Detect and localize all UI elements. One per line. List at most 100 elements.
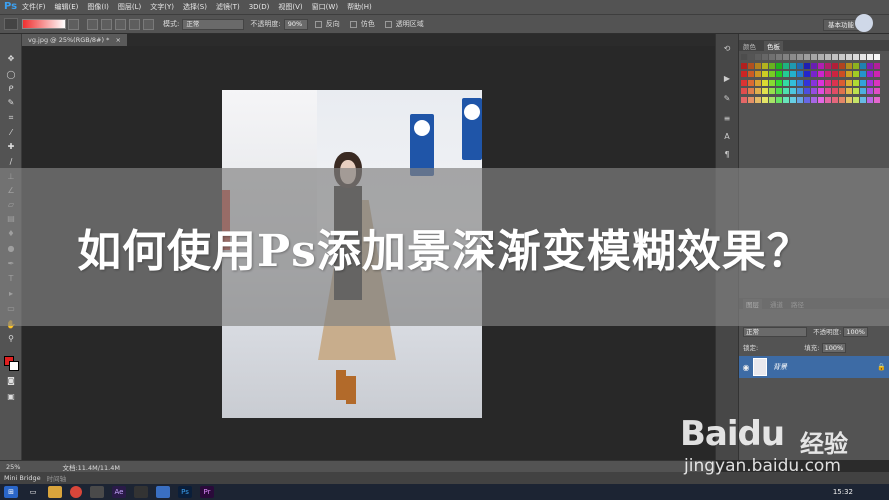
swatch[interactable] bbox=[755, 62, 761, 69]
adjustments-panel-icon[interactable]: ≡ bbox=[721, 114, 733, 124]
swatch[interactable] bbox=[825, 62, 831, 69]
swatch[interactable] bbox=[860, 71, 866, 77]
swatch[interactable] bbox=[804, 79, 810, 86]
swatch[interactable] bbox=[839, 96, 845, 103]
document-tab[interactable]: vg.jpg @ 25%(RGB/8#) * × bbox=[22, 34, 127, 46]
swatch[interactable] bbox=[783, 62, 789, 69]
swatch[interactable] bbox=[748, 88, 754, 94]
swatch[interactable] bbox=[755, 96, 761, 103]
swatch[interactable] bbox=[874, 88, 880, 94]
zoom-level[interactable]: 25% bbox=[6, 463, 20, 471]
swatch[interactable] bbox=[839, 62, 845, 69]
swatch[interactable] bbox=[790, 88, 796, 94]
layer-opacity-input[interactable]: 100% bbox=[843, 327, 868, 337]
menu-edit[interactable]: 编辑(E) bbox=[55, 2, 79, 12]
swatch[interactable] bbox=[741, 79, 747, 86]
swatch[interactable] bbox=[853, 79, 859, 86]
swatch[interactable] bbox=[797, 88, 803, 94]
swatch[interactable] bbox=[846, 71, 852, 77]
swatch[interactable] bbox=[867, 54, 873, 60]
swatch[interactable] bbox=[748, 62, 754, 69]
swatch[interactable] bbox=[867, 96, 873, 103]
linear-gradient-button[interactable] bbox=[87, 18, 98, 30]
swatch[interactable] bbox=[741, 96, 747, 103]
swatch[interactable] bbox=[790, 79, 796, 86]
fill-input[interactable]: 100% bbox=[821, 343, 847, 353]
quick-select-tool-icon[interactable]: ✎ bbox=[5, 98, 17, 108]
swatch[interactable] bbox=[818, 79, 824, 86]
menu-help[interactable]: 帮助(H) bbox=[347, 2, 372, 12]
character-panel-icon[interactable]: A bbox=[721, 132, 733, 142]
tool-preset-picker[interactable] bbox=[4, 18, 18, 30]
swatch[interactable] bbox=[853, 71, 859, 77]
after-effects-icon[interactable]: Ae bbox=[112, 486, 126, 498]
lasso-tool-icon[interactable]: ᑭ bbox=[5, 84, 17, 94]
swatch[interactable] bbox=[874, 71, 880, 77]
quick-mask-icon[interactable]: ◙ bbox=[5, 376, 17, 386]
app-icon[interactable] bbox=[156, 486, 170, 498]
swatch[interactable] bbox=[853, 96, 859, 103]
swatch[interactable] bbox=[832, 62, 838, 69]
swatch[interactable] bbox=[860, 79, 866, 86]
swatch[interactable] bbox=[748, 71, 754, 77]
swatch[interactable] bbox=[867, 71, 873, 77]
menu-image[interactable]: 图像(I) bbox=[87, 2, 109, 12]
task-view-icon[interactable]: ▭ bbox=[26, 486, 40, 498]
gradient-picker[interactable] bbox=[22, 19, 66, 29]
swatch[interactable] bbox=[811, 79, 817, 86]
healing-tool-icon[interactable]: ✚ bbox=[5, 142, 17, 152]
eyedropper-tool-icon[interactable]: ⁄ bbox=[5, 128, 17, 138]
swatch[interactable] bbox=[867, 88, 873, 94]
swatch[interactable] bbox=[846, 62, 852, 69]
swatch[interactable] bbox=[860, 88, 866, 94]
swatch[interactable] bbox=[804, 96, 810, 103]
swatch[interactable] bbox=[874, 62, 880, 69]
brush-panel-icon[interactable]: ✎ bbox=[721, 94, 733, 104]
marquee-tool-icon[interactable]: ◯ bbox=[5, 70, 17, 80]
swatch[interactable] bbox=[811, 88, 817, 94]
swatch[interactable] bbox=[818, 96, 824, 103]
angle-gradient-button[interactable] bbox=[115, 18, 126, 30]
photoshop-taskbar-icon[interactable]: Ps bbox=[178, 486, 192, 498]
background-color[interactable] bbox=[9, 361, 19, 371]
gradient-dropdown[interactable] bbox=[68, 18, 79, 30]
swatch[interactable] bbox=[804, 62, 810, 69]
swatch[interactable] bbox=[860, 54, 866, 60]
zoom-tool-icon[interactable]: ⚲ bbox=[5, 334, 17, 344]
swatch[interactable] bbox=[804, 88, 810, 94]
app-icon[interactable] bbox=[90, 486, 104, 498]
start-icon[interactable]: ⊞ bbox=[4, 486, 18, 498]
swatch[interactable] bbox=[769, 96, 775, 103]
tab-color[interactable]: 颜色 bbox=[743, 41, 756, 51]
swatch[interactable] bbox=[874, 54, 880, 60]
swatch[interactable] bbox=[769, 62, 775, 69]
reverse-checkbox[interactable] bbox=[314, 20, 322, 28]
swatch[interactable] bbox=[748, 79, 754, 86]
swatch[interactable] bbox=[776, 71, 782, 77]
swatch[interactable] bbox=[797, 62, 803, 69]
swatch-grid[interactable] bbox=[741, 54, 881, 104]
swatch[interactable] bbox=[867, 62, 873, 69]
swatch[interactable] bbox=[797, 79, 803, 86]
swatch[interactable] bbox=[762, 96, 768, 103]
swatch[interactable] bbox=[783, 54, 789, 60]
swatch[interactable] bbox=[762, 79, 768, 86]
swatch[interactable] bbox=[790, 96, 796, 103]
menu-layer[interactable]: 图层(L) bbox=[118, 2, 141, 12]
swatch[interactable] bbox=[825, 54, 831, 60]
swatch[interactable] bbox=[846, 96, 852, 103]
swatch[interactable] bbox=[776, 79, 782, 86]
move-tool-icon[interactable]: ✥ bbox=[5, 54, 17, 64]
swatch[interactable] bbox=[776, 96, 782, 103]
swatch[interactable] bbox=[811, 62, 817, 69]
swatch[interactable] bbox=[839, 79, 845, 86]
menu-window[interactable]: 窗口(W) bbox=[312, 2, 338, 12]
app-icon[interactable] bbox=[134, 486, 148, 498]
swatch[interactable] bbox=[825, 79, 831, 86]
swatch[interactable] bbox=[874, 96, 880, 103]
dither-checkbox[interactable] bbox=[349, 20, 357, 28]
swatch[interactable] bbox=[741, 62, 747, 69]
swatch[interactable] bbox=[755, 54, 761, 60]
swatch[interactable] bbox=[790, 62, 796, 69]
crop-tool-icon[interactable]: ⌗ bbox=[5, 113, 17, 123]
